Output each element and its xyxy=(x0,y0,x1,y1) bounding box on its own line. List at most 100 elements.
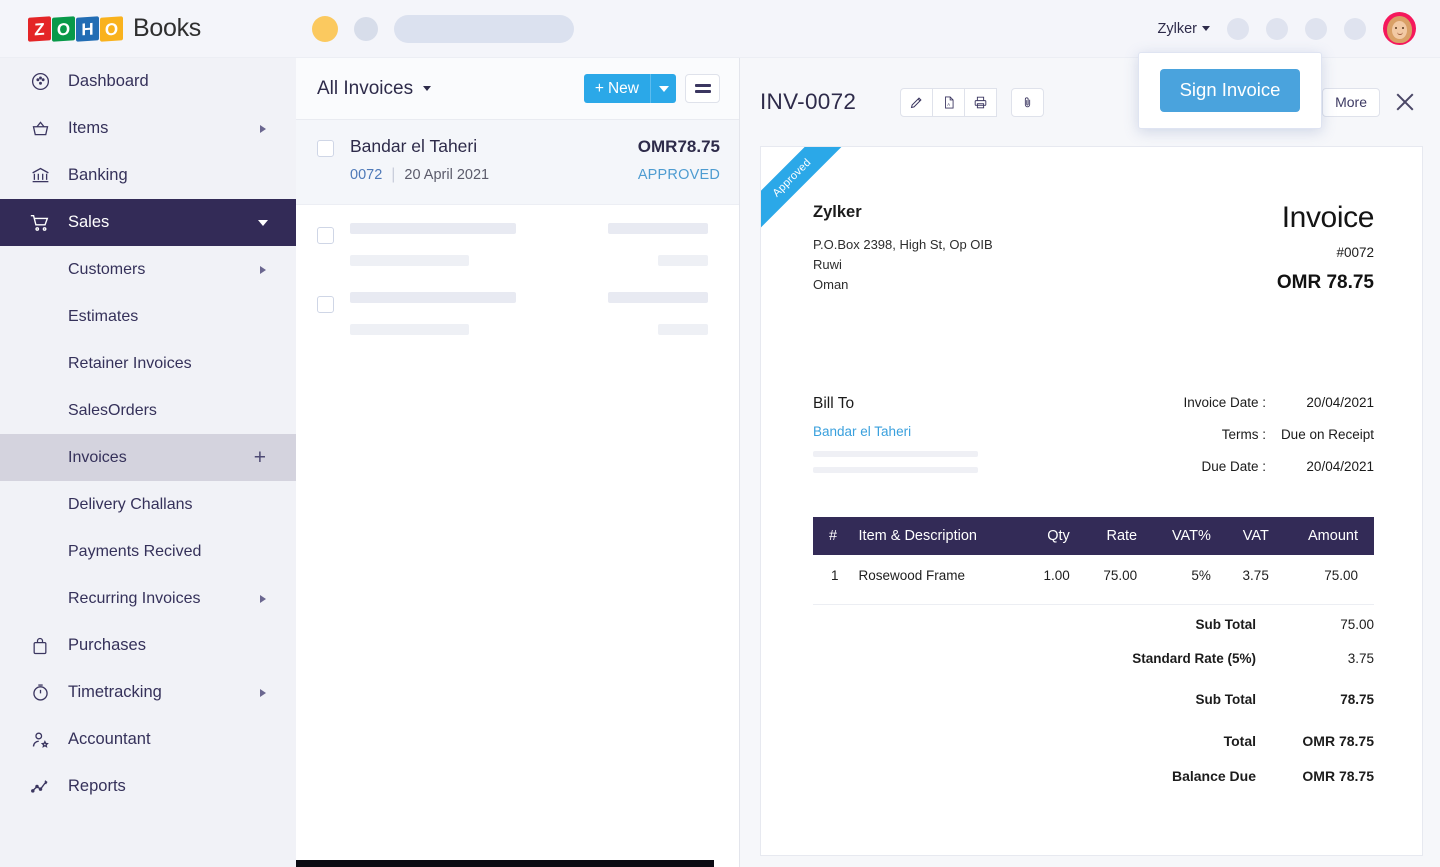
invoice-row-checkbox[interactable] xyxy=(317,140,334,157)
invoice-row-checkbox[interactable] xyxy=(317,296,334,313)
sidebar-item-invoices[interactable]: Invoices + xyxy=(0,434,296,481)
sidebar-item-items[interactable]: Items xyxy=(0,105,296,152)
chevron-down-icon xyxy=(258,219,268,226)
sidebar-item-estimates[interactable]: Estimates xyxy=(0,293,296,340)
sub-total-value: 75.00 xyxy=(1340,617,1374,632)
logo-area[interactable]: Z O H O Books xyxy=(0,14,296,43)
invoice-document-body: Zylker P.O.Box 2398, High St, Op OIB Ruw… xyxy=(761,147,1422,784)
sidebar-item-label: Purchases xyxy=(68,636,146,654)
edit-pencil-icon[interactable] xyxy=(900,87,934,117)
invoice-list-item[interactable]: Bandar el Taheri OMR78.75 0072 | 20 Apri… xyxy=(296,120,739,205)
invoice-document-top: Zylker P.O.Box 2398, High St, Op OIB Ruw… xyxy=(813,203,1374,295)
separator: | xyxy=(391,166,396,183)
due-date-value: 20/04/2021 xyxy=(1306,459,1374,474)
skeleton-bar xyxy=(658,255,708,266)
cell-description: Rosewood Frame xyxy=(858,568,966,583)
more-button[interactable]: More xyxy=(1322,87,1380,117)
new-invoice-label: New xyxy=(607,79,639,97)
plus-icon: + xyxy=(594,79,604,97)
skeleton-bar xyxy=(350,255,469,266)
logo-block-h: H xyxy=(76,15,99,42)
invoice-meta-row: Due Date : 20/04/2021 xyxy=(1084,459,1374,474)
topbar-action-icon-4[interactable] xyxy=(1344,17,1366,40)
zoho-books-logo[interactable]: Z O H O Books xyxy=(28,14,201,43)
cart-icon xyxy=(26,212,54,234)
new-invoice-button[interactable]: + New xyxy=(583,74,650,103)
sign-invoice-button[interactable]: Sign Invoice xyxy=(1159,69,1301,112)
invoice-row-body: Bandar el Taheri OMR78.75 0072 | 20 Apri… xyxy=(334,136,720,204)
sidebar-item-label: Retainer Invoices xyxy=(68,354,192,372)
sidebar-item-customers[interactable]: Customers xyxy=(0,246,296,293)
line-items-body: 1 Rosewood Frame 1.00 75.00 5% 3.75 75.0… xyxy=(813,555,1374,596)
timer-icon xyxy=(26,682,54,703)
sidebar-item-banking[interactable]: Banking xyxy=(0,152,296,199)
invoice-amount: OMR78.75 xyxy=(637,137,720,156)
sidebar-item-retainer-invoices[interactable]: Retainer Invoices xyxy=(0,340,296,387)
sidebar-item-label: Recurring Invoices xyxy=(68,589,201,607)
hamburger-icon-bar xyxy=(694,84,711,87)
organization-name: Zylker xyxy=(813,203,862,221)
skeleton-bar xyxy=(350,324,469,335)
avatar[interactable] xyxy=(1383,12,1416,45)
sidebar-item-accountant[interactable]: Accountant xyxy=(0,716,296,763)
org-switcher[interactable]: Zylker xyxy=(1158,21,1210,37)
bill-to-skeleton-line xyxy=(813,451,978,457)
invoice-number[interactable]: 0072 xyxy=(350,167,382,183)
line-items-table: # Item & Description Qty Rate VAT% VAT A… xyxy=(813,517,1374,596)
pdf-icon[interactable]: A xyxy=(932,87,966,117)
bill-to-block: Bill To Bandar el Taheri xyxy=(813,395,978,491)
organization-address: P.O.Box 2398, High St, Op OIB Ruwi Oman xyxy=(813,235,993,295)
list-view-options-button[interactable] xyxy=(685,74,720,103)
skeleton-bar xyxy=(350,223,516,234)
close-icon[interactable] xyxy=(1394,91,1416,113)
chevron-down-icon xyxy=(658,85,669,92)
notification-dot-icon[interactable] xyxy=(312,15,338,42)
invoice-meta-row: Invoice Date : 20/04/2021 xyxy=(1084,395,1374,410)
invoice-meta-fields: Invoice Date : 20/04/2021 Terms : Due on… xyxy=(1084,395,1374,491)
column-header-rate: Rate xyxy=(1079,517,1148,555)
sidebar-item-label: Timetracking xyxy=(68,683,162,701)
list-item-skeleton xyxy=(296,274,739,343)
print-icon[interactable] xyxy=(964,87,998,117)
totals-row: Sub Total 78.75 xyxy=(813,692,1375,707)
sidebar-item-salesorders[interactable]: SalesOrders xyxy=(0,387,296,434)
total-label: Total xyxy=(1223,733,1256,749)
topbar-action-icon-3[interactable] xyxy=(1305,17,1327,40)
attachment-icon[interactable] xyxy=(1011,87,1045,117)
invoice-header-amount: OMR 78.75 xyxy=(1276,272,1374,293)
topbar-icon-placeholder[interactable] xyxy=(354,16,378,41)
chevron-down-icon xyxy=(1202,26,1210,31)
topbar-action-icon-1[interactable] xyxy=(1227,17,1249,40)
cell-qty: 1.00 xyxy=(1043,568,1070,583)
sidebar-item-reports[interactable]: Reports xyxy=(0,763,296,810)
scrollbar-thumb[interactable] xyxy=(296,860,714,867)
invoice-totals: Sub Total 75.00 Standard Rate (5%) 3.75 … xyxy=(813,617,1374,784)
sidebar-item-delivery-challans[interactable]: Delivery Challans xyxy=(0,481,296,528)
new-invoice-dropdown-button[interactable] xyxy=(650,74,676,103)
topbar-action-icon-2[interactable] xyxy=(1266,17,1288,40)
sidebar-item-timetracking[interactable]: Timetracking xyxy=(0,669,296,716)
sidebar-item-dashboard[interactable]: Dashboard xyxy=(0,58,296,105)
logo-block-o2: O xyxy=(100,15,123,42)
due-date-label: Due Date : xyxy=(1201,459,1266,474)
sidebar-item-label: Invoices xyxy=(68,448,127,466)
sidebar: Dashboard Items Banking Sales Customers … xyxy=(0,58,296,867)
add-invoice-icon[interactable]: + xyxy=(254,447,266,468)
sidebar-item-label: Dashboard xyxy=(68,72,149,90)
sidebar-item-payments-recived[interactable]: Payments Recived xyxy=(0,528,296,575)
invoice-filter-dropdown[interactable]: All Invoices xyxy=(317,78,432,100)
sidebar-item-purchases[interactable]: Purchases xyxy=(0,622,296,669)
sidebar-item-sales[interactable]: Sales xyxy=(0,199,296,246)
sidebar-item-label: Estimates xyxy=(68,307,139,325)
detail-header: INV-0072 A More xyxy=(740,58,1440,146)
search-input[interactable] xyxy=(394,14,574,43)
skeleton-line-row xyxy=(350,324,720,335)
bill-to-customer-name[interactable]: Bandar el Taheri xyxy=(813,424,978,439)
sidebar-item-label: Items xyxy=(68,119,109,137)
list-horizontal-scrollbar[interactable] xyxy=(296,860,739,867)
organization-block: Zylker P.O.Box 2398, High St, Op OIB Ruw… xyxy=(813,203,993,295)
sidebar-item-recurring-invoices[interactable]: Recurring Invoices xyxy=(0,575,296,622)
list-item-skeleton xyxy=(296,205,739,274)
invoice-row-checkbox[interactable] xyxy=(317,227,334,244)
skeleton-body xyxy=(334,223,720,274)
